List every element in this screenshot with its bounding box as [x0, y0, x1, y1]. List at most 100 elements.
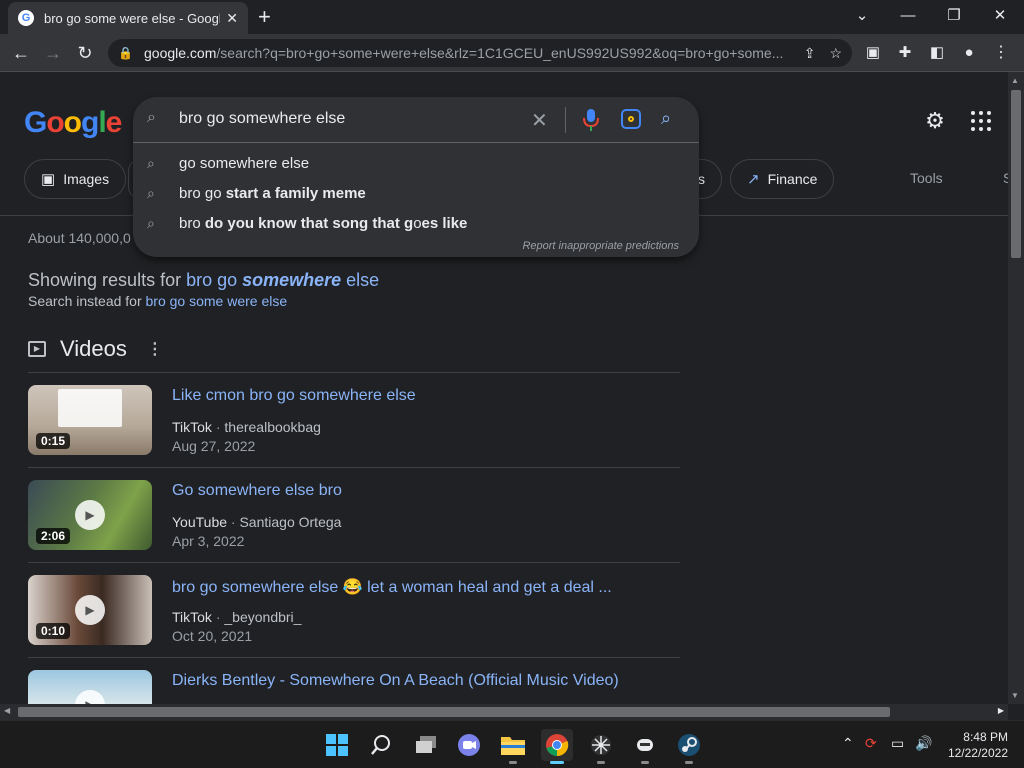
sync-alert-icon[interactable]: ⟳ — [865, 735, 877, 752]
search-icon: ⌕ — [147, 184, 155, 201]
steam-icon[interactable] — [673, 729, 705, 764]
video-date: Aug 27, 2022 — [172, 438, 256, 454]
video-result[interactable]: 0:15 Like cmon bro go somewhere else Tik… — [28, 372, 680, 467]
image-icon: ▣ — [41, 171, 56, 188]
thumbnail-caption-box — [58, 389, 122, 427]
play-icon: ▶ — [75, 595, 105, 625]
chip-finance[interactable]: ↗ Finance — [730, 159, 835, 199]
google-lens-camera-icon[interactable] — [621, 109, 641, 129]
horizontal-scrollbar[interactable]: ◀ ▶ — [0, 704, 1008, 720]
video-date: Apr 3, 2022 — [172, 533, 245, 549]
task-view-icon[interactable] — [410, 729, 442, 761]
autocomplete-suggestion[interactable]: ⌕ go somewhere else — [133, 148, 699, 178]
video-duration: 0:15 — [36, 433, 71, 449]
scrollbar-thumb[interactable] — [1011, 90, 1021, 258]
address-bar[interactable]: 🔒 google.com/search?q=bro+go+some+were+e… — [108, 39, 852, 67]
play-icon: ▶ — [75, 500, 105, 530]
video-source: TikTok · therealbookbag — [172, 419, 321, 435]
video-thumbnail[interactable]: ▶ 0:10 — [28, 575, 152, 645]
scroll-left-arrow-icon[interactable]: ◀ — [4, 706, 10, 715]
video-thumbnail[interactable]: 0:15 — [28, 385, 152, 455]
browser-tab[interactable]: G bro go some were else - Google ✕ — [8, 2, 248, 34]
scroll-down-arrow-icon[interactable]: ▼ — [1011, 691, 1019, 700]
browser-toolbar: ← → ↻ 🔒 google.com/search?q=bro+go+some+… — [0, 34, 1024, 72]
restore-button[interactable]: ❐ — [934, 4, 974, 28]
search-icon: ⌕ — [147, 214, 155, 231]
profile-avatar-icon[interactable]: ● — [956, 40, 982, 66]
url-text: google.com/search?q=bro+go+some+were+els… — [144, 45, 784, 61]
extension-icon[interactable]: ▣ — [860, 40, 886, 66]
video-title-link[interactable]: Like cmon bro go somewhere else — [172, 387, 416, 405]
bookmark-star-icon[interactable]: ☆ — [829, 45, 842, 62]
search-box-dropdown: ⌕ ✕ ⌕ ⌕ go somewhere else ⌕ bro go start… — [133, 97, 699, 257]
lock-icon[interactable]: 🔒 — [118, 46, 134, 60]
chrome-menu-icon[interactable]: ⋮ — [988, 40, 1014, 66]
back-button[interactable]: ← — [8, 40, 34, 66]
video-date: Oct 20, 2021 — [172, 628, 253, 644]
close-window-button[interactable]: ✕ — [980, 4, 1020, 28]
search-icon: ⌕ — [147, 154, 155, 171]
google-apps-grid-icon[interactable] — [968, 108, 994, 134]
side-panel-icon[interactable]: ◧ — [924, 40, 950, 66]
forward-button[interactable]: → — [40, 40, 66, 66]
autocomplete-suggestion[interactable]: ⌕ bro do you know that song that goes li… — [133, 208, 699, 238]
video-title-link[interactable]: bro go somewhere else 😂 let a woman heal… — [172, 577, 612, 597]
chip-images[interactable]: ▣ Images — [24, 159, 127, 199]
vertical-scrollbar[interactable]: ▲ ▼ — [1008, 72, 1024, 704]
video-result[interactable]: ▶ 0:10 bro go somewhere else 😂 let a wom… — [28, 562, 680, 657]
original-query-link[interactable]: bro go some were else — [146, 293, 288, 309]
video-play-icon: ▶ — [28, 341, 46, 357]
play-icon: ▶ — [75, 690, 105, 704]
search-results-page: Google ⚙ ▣ Images s ↗ Finance Tools S Ab… — [0, 72, 1008, 704]
videos-section-header: ▶ Videos ⋮ — [28, 336, 163, 362]
share-icon[interactable]: ⇪ — [804, 45, 816, 62]
search-input-row: ⌕ ✕ ⌕ — [133, 97, 699, 143]
scrollbar-thumb[interactable] — [18, 707, 890, 717]
tab-search-chevron-icon[interactable]: ⌄ — [842, 4, 882, 28]
tools-button[interactable]: Tools — [910, 170, 943, 186]
result-stats: About 140,000,0 — [28, 230, 131, 246]
controller-app-icon[interactable] — [629, 729, 661, 764]
video-result[interactable]: ▶ Dierks Bentley - Somewhere On A Beach … — [28, 657, 680, 704]
extensions-puzzle-icon[interactable]: ✚ — [892, 40, 918, 66]
video-duration: 2:06 — [36, 528, 71, 544]
video-thumbnail[interactable]: ▶ — [28, 670, 152, 704]
taskbar-clock[interactable]: 8:48 PM 12/22/2022 — [944, 729, 1008, 761]
report-predictions-link[interactable]: Report inappropriate predictions — [522, 240, 679, 252]
scroll-up-arrow-icon[interactable]: ▲ — [1011, 76, 1019, 85]
video-result[interactable]: ▶ 2:06 Go somewhere else bro YouTube · S… — [28, 467, 680, 562]
reload-button[interactable]: ↻ — [72, 40, 98, 66]
new-tab-button[interactable]: + — [258, 6, 271, 28]
taskbar-search-icon[interactable] — [365, 729, 397, 761]
clear-search-icon[interactable]: ✕ — [531, 108, 548, 133]
spelling-correction: Showing results for bro go somewhere els… — [28, 270, 380, 309]
corrected-query-link[interactable]: bro go somewhere else — [186, 270, 379, 290]
video-title-link[interactable]: Dierks Bentley - Somewhere On A Beach (O… — [172, 672, 619, 690]
tab-strip: G bro go some were else - Google ✕ + ⌄ —… — [0, 0, 1024, 34]
chrome-taskbar-icon[interactable] — [541, 729, 573, 764]
settings-gear-icon[interactable]: ⚙ — [922, 108, 948, 134]
video-title-link[interactable]: Go somewhere else bro — [172, 482, 342, 500]
voice-search-mic-icon[interactable] — [581, 107, 601, 133]
volume-icon[interactable]: 🔊 — [915, 735, 932, 752]
more-options-icon[interactable]: ⋮ — [147, 339, 163, 359]
minimize-button[interactable]: — — [888, 4, 928, 28]
teams-chat-icon[interactable] — [453, 729, 485, 761]
show-hidden-icons-chevron-icon[interactable]: ⌃ — [842, 735, 854, 752]
start-windows-icon[interactable] — [321, 729, 353, 761]
video-duration: 0:10 — [36, 623, 71, 639]
search-submit-icon[interactable]: ⌕ — [661, 108, 671, 129]
search-divider — [565, 107, 566, 133]
network-icon[interactable]: ▭ — [891, 735, 904, 752]
tab-close-icon[interactable]: ✕ — [226, 10, 238, 27]
google-logo[interactable]: Google — [24, 106, 122, 140]
finance-chart-icon: ↗ — [747, 171, 760, 188]
autocomplete-suggestion[interactable]: ⌕ bro go start a family meme — [133, 178, 699, 208]
file-explorer-icon[interactable] — [497, 729, 529, 764]
app-icon[interactable] — [585, 729, 617, 764]
video-thumbnail[interactable]: ▶ 2:06 — [28, 480, 152, 550]
windows-taskbar: ⌃ ⟳ ▭ 🔊 8:48 PM 12/22/2022 — [0, 720, 1024, 768]
google-favicon-icon: G — [18, 10, 34, 26]
search-input[interactable] — [179, 110, 519, 128]
scroll-right-arrow-icon[interactable]: ▶ — [998, 706, 1004, 715]
